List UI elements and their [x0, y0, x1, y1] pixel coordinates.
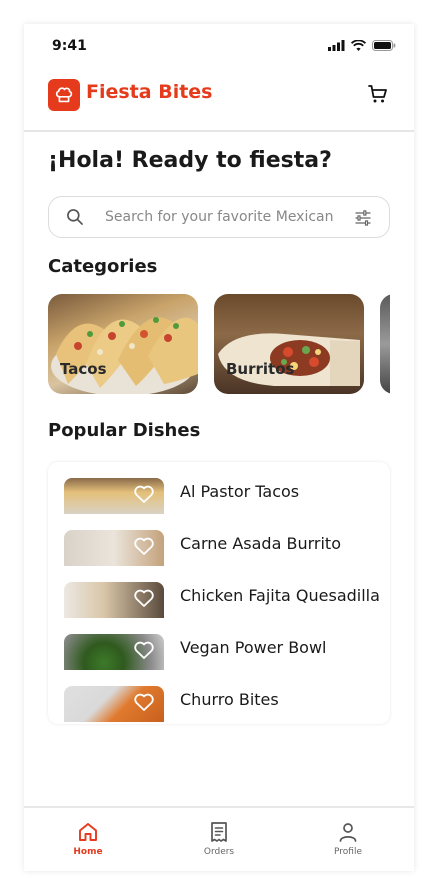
status-icons [328, 40, 396, 51]
dish-name: Churro Bites [180, 690, 279, 709]
category-label-burritos: Burritos [226, 360, 295, 378]
cart-icon [368, 85, 387, 103]
app-title: Fiesta Bites [86, 81, 213, 103]
dish-row[interactable]: Al Pastor Tacos [48, 476, 390, 524]
user-icon [339, 823, 357, 842]
category-card-tacos[interactable]: Tacos [48, 294, 198, 394]
phone-screen: 9:41 Fiesta Bites ¡Hola! Ready to fiesta… [24, 24, 414, 871]
nav-item-orders[interactable]: Orders [179, 820, 259, 857]
wifi-icon [351, 40, 366, 51]
favorite-heart-icon[interactable] [132, 690, 156, 714]
favorite-heart-icon[interactable] [132, 482, 156, 506]
dish-name: Al Pastor Tacos [180, 482, 300, 501]
nav-item-profile[interactable]: Profile [308, 820, 388, 857]
receipt-icon [211, 822, 227, 842]
tacos-image [51, 317, 198, 394]
battery-icon [372, 40, 396, 51]
category-card-next[interactable] [380, 294, 390, 394]
category-label-tacos: Tacos [60, 360, 107, 378]
nav-label-profile: Profile [334, 847, 362, 857]
favorite-heart-icon[interactable] [132, 638, 156, 662]
signal-icon [328, 40, 345, 51]
burrito-image [218, 333, 360, 386]
dish-row[interactable]: Chicken Fajita Quesadilla [48, 580, 390, 628]
favorite-heart-icon[interactable] [132, 586, 156, 610]
dish-row[interactable]: Carne Asada Burrito [48, 528, 390, 576]
bottom-nav: Home Orders Profile [24, 806, 414, 871]
popular-dishes-list[interactable]: Al Pastor Tacos Carne Asada Burrito Chic… [48, 462, 390, 724]
search-icon [67, 209, 83, 225]
search-input[interactable] [105, 206, 337, 228]
nav-item-home[interactable]: Home [48, 820, 128, 857]
cart-button[interactable] [366, 82, 390, 106]
search-bar[interactable] [48, 196, 390, 238]
nav-label-home: Home [73, 847, 103, 857]
dish-name: Carne Asada Burrito [180, 534, 341, 553]
filter-icon[interactable] [353, 208, 373, 228]
categories-carousel[interactable]: Tacos Burritos [48, 294, 390, 394]
favorite-heart-icon[interactable] [132, 534, 156, 558]
popular-dishes-title: Popular Dishes [48, 420, 201, 441]
status-bar: 9:41 [24, 24, 414, 68]
app-header: Fiesta Bites [24, 74, 414, 132]
chef-hat-icon [48, 79, 80, 111]
category-card-burritos[interactable]: Burritos [214, 294, 364, 394]
nav-label-orders: Orders [203, 847, 235, 857]
dish-row[interactable]: Vegan Power Bowl [48, 632, 390, 680]
home-icon [79, 823, 97, 841]
categories-title: Categories [48, 256, 158, 277]
dish-name: Vegan Power Bowl [180, 638, 327, 657]
dish-row[interactable]: Churro Bites [48, 684, 390, 724]
dish-name: Chicken Fajita Quesadilla [180, 586, 380, 605]
greeting-heading: ¡Hola! Ready to fiesta? [48, 148, 332, 173]
status-time: 9:41 [52, 38, 87, 54]
